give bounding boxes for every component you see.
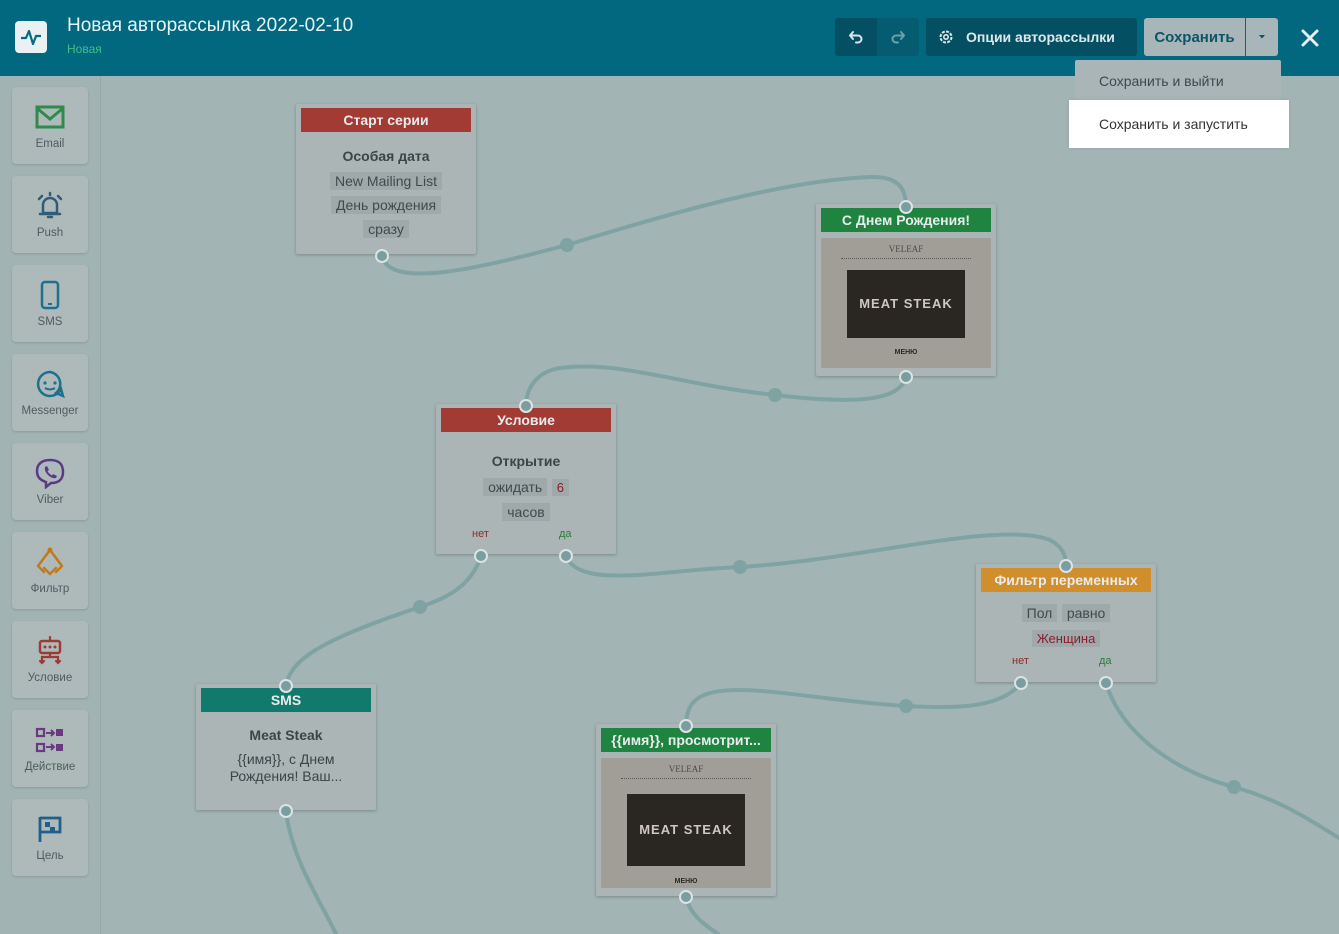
save-dropdown-toggle[interactable] [1246, 18, 1278, 56]
close-icon [1301, 29, 1319, 47]
tool-label: SMS [37, 316, 63, 328]
redo-button[interactable] [877, 18, 919, 56]
port-sms-in[interactable] [279, 679, 293, 693]
value-chip: Женщина [1031, 630, 1101, 647]
wait-value-chip: 6 [551, 479, 569, 496]
port-filter-yes[interactable] [1099, 676, 1113, 690]
filter-icon [36, 547, 64, 576]
tool-push[interactable]: Push [12, 176, 88, 253]
email-preview: VELEAF MEAT STEAK МЕНЮ [601, 758, 771, 888]
bell-icon [37, 191, 63, 219]
close-button[interactable] [1294, 22, 1326, 54]
unit-chip: часов [502, 503, 550, 521]
port-filter-in[interactable] [1059, 559, 1073, 573]
caret-down-icon [1259, 35, 1265, 39]
event-chip: День рождения [330, 196, 442, 214]
viber-icon [35, 458, 65, 489]
tool-email[interactable]: Email [12, 87, 88, 164]
gear-icon [939, 30, 953, 44]
node-email-viewed[interactable]: {{имя}}, просмотрит... VELEAF MEAT STEAK… [596, 724, 776, 896]
tool-label: Email [35, 138, 65, 150]
node-variable-filter[interactable]: Фильтр переменных Пол равно Женщина нет … [976, 564, 1156, 682]
tool-action[interactable]: Действие [12, 710, 88, 787]
undo-button[interactable] [835, 18, 877, 56]
branch-no-label: нет [472, 528, 489, 540]
flag-icon [38, 816, 62, 842]
menu-heading: МЕНЮ [894, 349, 918, 356]
port-email1-out[interactable] [899, 370, 913, 384]
phone-icon [40, 280, 60, 310]
port-sms-out[interactable] [279, 804, 293, 818]
pulse-logo-icon [15, 21, 47, 53]
envelope-icon [35, 105, 65, 129]
status-label: Новая [67, 42, 102, 56]
hero-image: MEAT STEAK [627, 794, 745, 866]
tool-viber[interactable]: Viber [12, 443, 88, 520]
edge-sms-out [284, 809, 338, 934]
channel-toolbox: Email Push SMS Messenger Viber Фильтр Ус… [0, 76, 101, 934]
node-start-series[interactable]: Старт серии Особая дата New Mailing List… [296, 104, 476, 254]
branch-no-label: нет [1012, 655, 1029, 667]
sms-text: {{имя}}, с Днем Рождения! Ваш... [229, 751, 343, 784]
list-chip: New Mailing List [330, 172, 442, 190]
node-heading: Meat Steak [249, 727, 323, 743]
menu-item-save-and-exit[interactable]: Сохранить и выйти [1075, 62, 1281, 100]
options-label: Опции авторассылки [966, 29, 1115, 45]
field-chip: Пол [1021, 604, 1058, 622]
port-condition-no[interactable] [474, 549, 488, 563]
redo-icon [891, 31, 905, 44]
port-email1-in[interactable] [899, 200, 913, 214]
chat-icon [36, 370, 65, 399]
tool-label: Messenger [21, 405, 79, 417]
operator-chip: равно [1061, 604, 1111, 622]
tool-label: Условие [27, 672, 73, 684]
edge-condition-no-to-sms [284, 554, 483, 688]
edge-filter-yes-out [1104, 681, 1339, 840]
undo-icon [849, 31, 863, 44]
tool-sms[interactable]: SMS [12, 265, 88, 342]
history-buttons [835, 18, 919, 56]
hero-image: MEAT STEAK [847, 270, 965, 338]
edge-email2-out [684, 895, 720, 934]
node-heading: Особая дата [342, 148, 430, 164]
port-email2-in[interactable] [679, 719, 693, 733]
brand-logo: VELEAF [668, 764, 704, 774]
menu-item-save-and-launch[interactable]: Сохранить и запустить [1069, 100, 1289, 148]
save-dropdown-menu: Сохранить и выйти Сохранить и запустить [1069, 60, 1289, 148]
port-start-out[interactable] [375, 249, 389, 263]
tool-goal[interactable]: Цель [12, 799, 88, 876]
port-condition-in[interactable] [519, 399, 533, 413]
node-sms[interactable]: SMS Meat Steak {{имя}}, с Днем Рождения!… [196, 684, 376, 810]
condition-icon [38, 635, 62, 665]
branch-yes-label: да [559, 528, 572, 540]
port-condition-yes[interactable] [559, 549, 573, 563]
save-button[interactable]: Сохранить [1144, 18, 1245, 56]
email-preview: VELEAF MEAT STEAK МЕНЮ [821, 238, 991, 368]
branch-yes-label: да [1099, 655, 1112, 667]
port-email2-out[interactable] [679, 890, 693, 904]
action-icon [35, 727, 63, 753]
tool-condition[interactable]: Условие [12, 621, 88, 698]
node-email-birthday[interactable]: С Днем Рождения! VELEAF MEAT STEAK МЕНЮ [816, 204, 996, 376]
tool-label: Viber [36, 494, 64, 506]
hero-text: MEAT STEAK [639, 822, 733, 837]
wait-chip: ожидать [483, 478, 548, 496]
brand-logo: VELEAF [888, 244, 924, 254]
tool-label: Цель [36, 850, 64, 862]
menu-heading: МЕНЮ [674, 878, 698, 885]
tool-label: Push [36, 227, 64, 239]
node-condition[interactable]: Условие Открытие ожидать 6 часов нет да [436, 404, 616, 554]
page-title: Новая авторассылка 2022-02-10 [67, 15, 354, 36]
tool-messenger[interactable]: Messenger [12, 354, 88, 431]
tool-filter[interactable]: Фильтр [12, 532, 88, 609]
node-title: Старт серии [301, 108, 471, 132]
timing-chip: сразу [363, 220, 409, 238]
tool-label: Действие [24, 761, 76, 773]
campaign-options-button[interactable]: Опции авторассылки [926, 18, 1137, 56]
tool-label: Фильтр [30, 583, 70, 595]
edge-filter-no-to-email2 [684, 681, 1023, 728]
node-heading: Открытие [491, 453, 561, 469]
port-filter-no[interactable] [1014, 676, 1028, 690]
hero-text: MEAT STEAK [859, 296, 953, 311]
